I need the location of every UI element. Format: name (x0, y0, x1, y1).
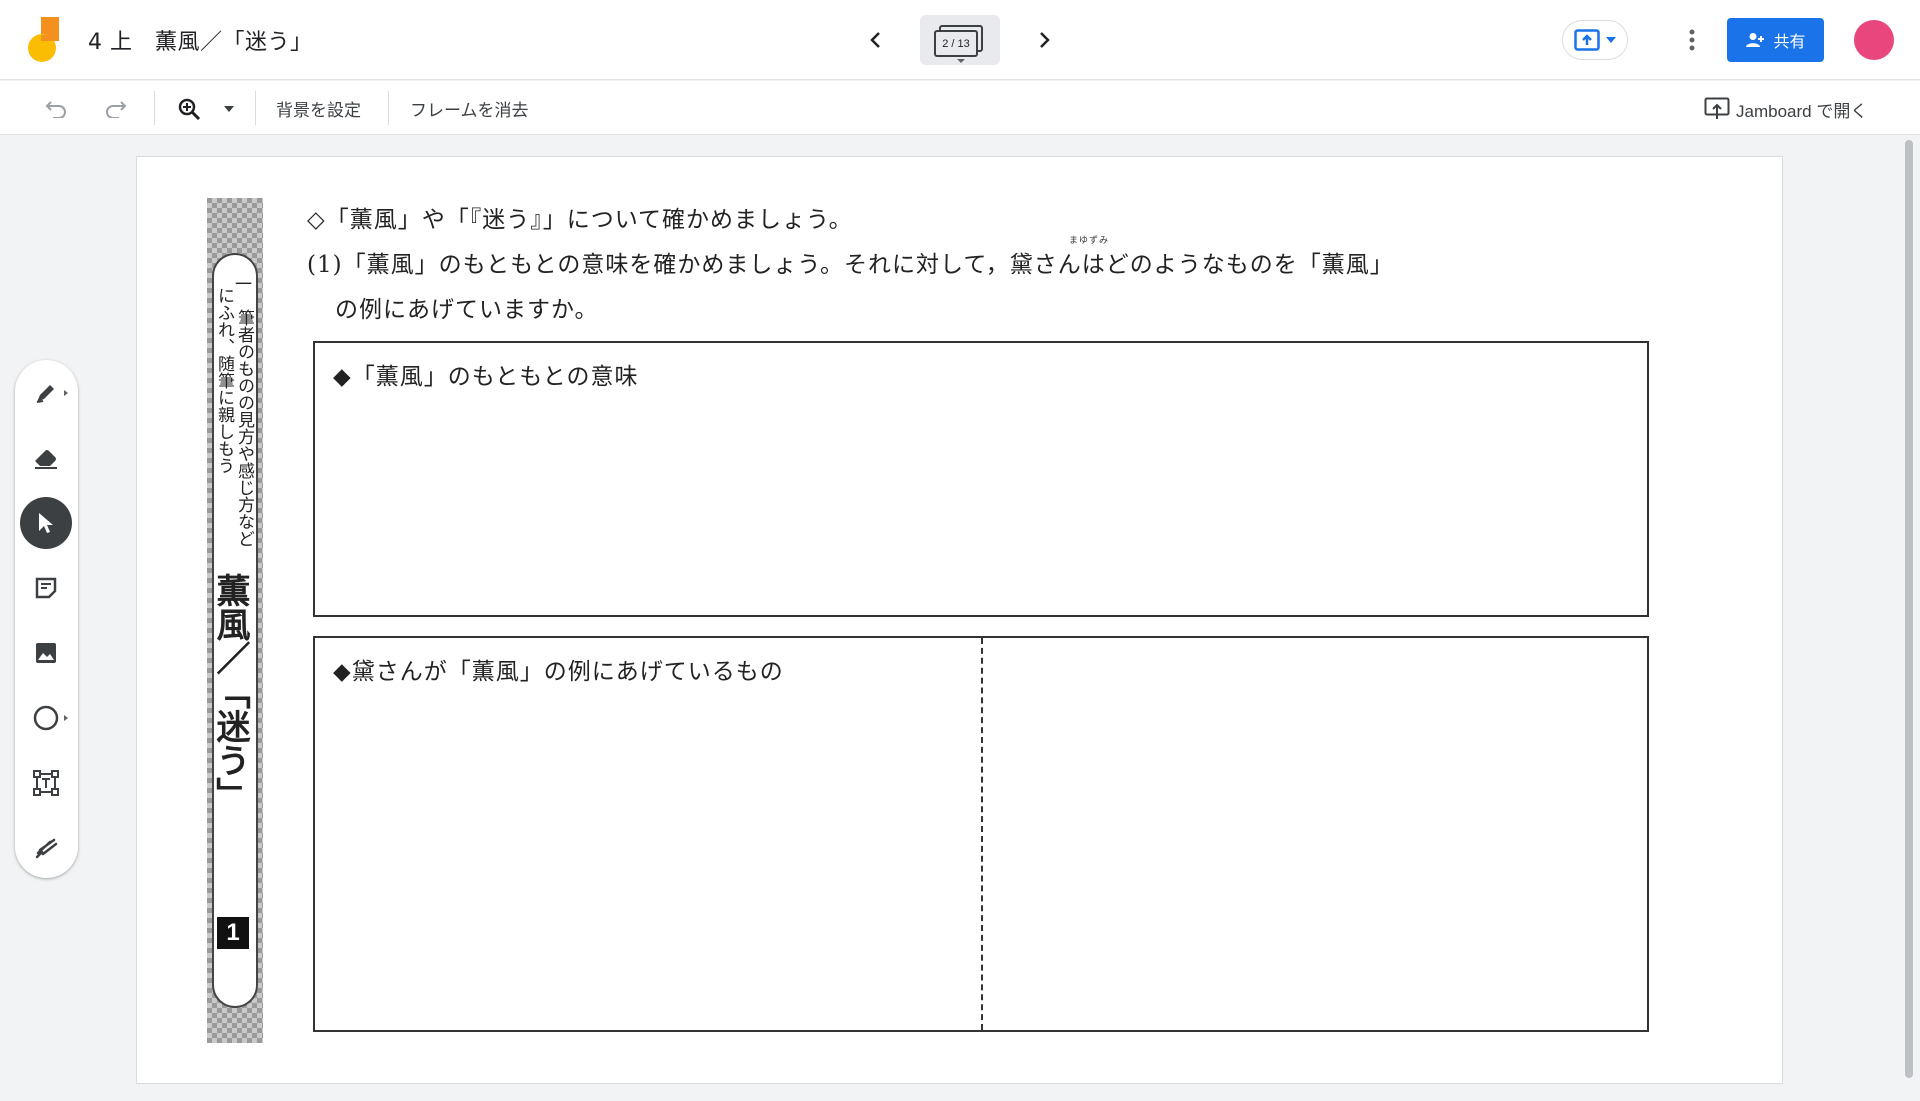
zoom-button[interactable] (173, 93, 205, 125)
share-button[interactable]: 共有 (1727, 18, 1824, 62)
question-1-line2: の例にあげていますか。 (335, 297, 599, 323)
open-in-jamboard-label: Jamboard で開く (1736, 101, 1868, 121)
chevron-left-icon (870, 32, 880, 48)
set-background-button[interactable]: 背景を設定 (276, 96, 361, 121)
top-bar: 4 上 薫風／「迷う」 2 / 13 共有 (0, 0, 1920, 80)
caret-right-icon (64, 715, 68, 721)
image-tool[interactable] (20, 627, 72, 679)
jam-canvas[interactable]: 一 筆者のものの見方や感じ方など にふれ、随筆に親しもう 薫風／「迷う」 1 ◇… (136, 156, 1783, 1084)
undo-icon (45, 101, 66, 118)
next-frame-button[interactable] (1026, 22, 1062, 58)
caret-right-icon (64, 390, 68, 396)
present-button[interactable] (1562, 20, 1628, 60)
laser-tool[interactable] (20, 822, 72, 874)
undo-button[interactable] (40, 93, 72, 125)
redo-button[interactable] (100, 93, 132, 125)
account-avatar[interactable] (1854, 20, 1894, 60)
chevron-right-icon (1040, 32, 1050, 48)
answer-box-original-meaning[interactable]: ◆「薫風」のもともとの意味 (313, 341, 1649, 617)
dashed-divider (981, 638, 983, 1030)
sticky-note-icon (35, 577, 57, 599)
answer-box-label: ◆黛さんが「薫風」の例にあげているもの (333, 659, 784, 685)
intro-instruction: ◇「薫風」や「『迷う』」について確かめましょう。 (307, 207, 853, 233)
previous-frame-button[interactable] (858, 22, 894, 58)
answer-box-label: ◆「薫風」のもともとの意味 (333, 364, 639, 390)
goal-text-line2: にふれ、随筆に親しもう (214, 287, 234, 474)
redo-icon (106, 101, 127, 118)
image-icon (36, 643, 56, 663)
more-vert-icon (1689, 29, 1695, 51)
eraser-icon (35, 450, 57, 469)
caret-down-icon (1606, 37, 1616, 43)
question-1-line1: (1)「薫風」のもともとの意味を確かめましょう。それに対して，黛さんはどのような… (307, 252, 1394, 278)
text-box-tool[interactable] (20, 757, 72, 809)
person-add-icon (1746, 33, 1765, 47)
toolbar: 背景を設定 フレームを消去 Jamboard で開く (0, 81, 1920, 135)
open-in-jamboard-icon (1704, 97, 1730, 119)
share-label: 共有 (1773, 32, 1806, 51)
shape-tool[interactable] (20, 692, 72, 744)
tool-palette (15, 360, 78, 878)
caret-down-icon (957, 59, 965, 63)
unit-title: 薫風／「迷う」 (210, 573, 250, 811)
present-icon (1574, 29, 1600, 51)
clear-frame-button[interactable]: フレームを消去 (410, 96, 529, 121)
unit-title-band: 一 筆者のものの見方や感じ方など にふれ、随筆に親しもう 薫風／「迷う」 1 (207, 198, 263, 1043)
text-box-icon (33, 770, 59, 796)
toolbar-divider (154, 91, 155, 125)
unit-number-badge: 1 (217, 917, 249, 949)
sticky-note-tool[interactable] (20, 562, 72, 614)
frame-counter: 2 / 13 (934, 30, 978, 57)
more-options-button[interactable] (1672, 20, 1712, 60)
laser-icon (35, 838, 58, 859)
circle-icon (33, 705, 59, 731)
toolbar-divider (388, 91, 389, 125)
answer-box-examples[interactable]: ◆黛さんが「薫風」の例にあげているもの (313, 636, 1649, 1032)
jamboard-logo (28, 17, 59, 62)
frame-picker-button[interactable]: 2 / 13 (920, 15, 1000, 65)
chevron-down-icon (224, 106, 234, 112)
eraser-tool[interactable] (20, 432, 72, 484)
zoom-dropdown[interactable] (213, 93, 245, 125)
pen-tool[interactable] (20, 367, 72, 419)
pen-icon (36, 385, 54, 403)
vertical-scrollbar[interactable] (1905, 140, 1913, 1078)
select-tool[interactable] (20, 497, 72, 549)
zoom-in-icon (178, 98, 201, 121)
open-in-jamboard-button[interactable]: Jamboard で開く (1704, 93, 1867, 125)
select-icon (39, 513, 53, 533)
jamboard-viewer: 4 上 薫風／「迷う」 2 / 13 共有 背景を設定 フレームを消去 Jamb… (0, 0, 1920, 1101)
goal-text-line1: 筆者のものの見方や感じ方など (234, 309, 254, 547)
toolbar-divider (255, 91, 256, 125)
document-title[interactable]: 4 上 薫風／「迷う」 (88, 24, 313, 56)
